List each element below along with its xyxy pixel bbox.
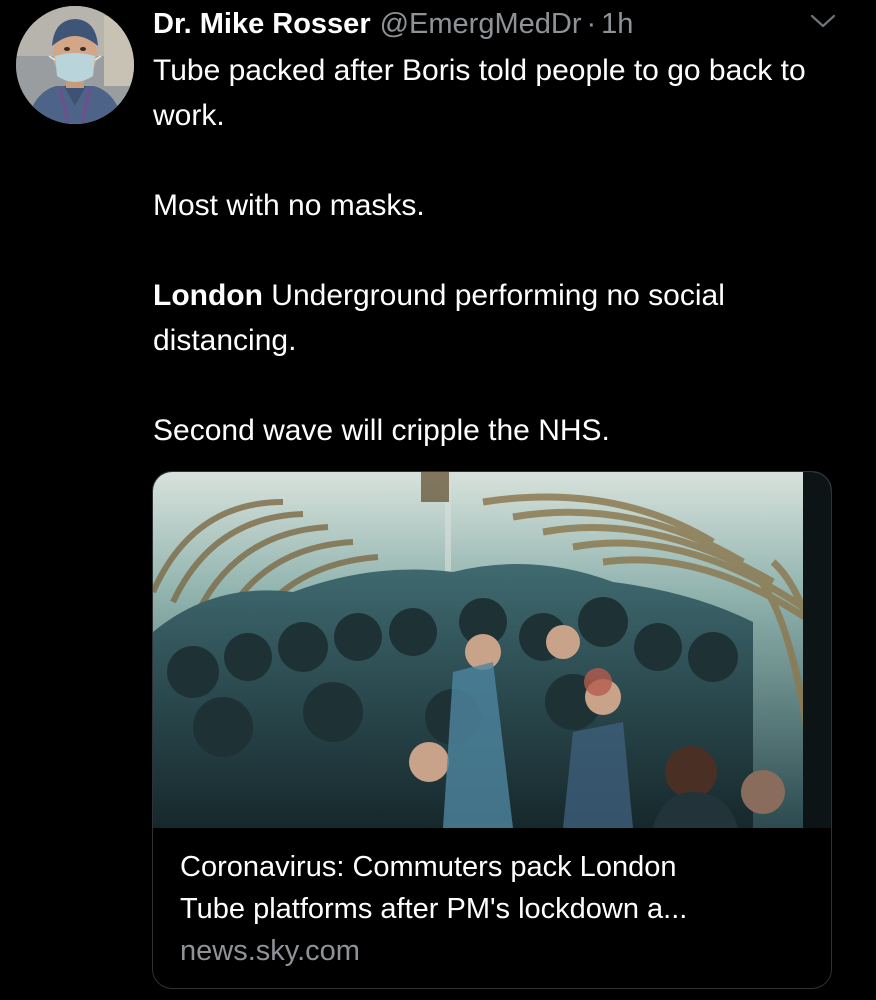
link-preview-title-line-1: Coronavirus: Commuters pack London	[180, 851, 677, 883]
link-preview-card[interactable]: Coronavirus: Commuters pack London Tube …	[152, 471, 832, 989]
tweet: Dr. Mike Rosser @EmergMedDr · 1h Tube pa…	[0, 0, 876, 1000]
avatar-photo	[16, 6, 134, 124]
header-separator: ·	[586, 7, 597, 40]
tweet-text-bold-word: London	[153, 279, 263, 312]
link-preview-text: Coronavirus: Commuters pack London Tube …	[180, 846, 820, 972]
tweet-header: Dr. Mike Rosser @EmergMedDr · 1h	[153, 4, 633, 44]
crowded-platform-photo	[153, 472, 831, 828]
tweet-timestamp[interactable]: 1h	[601, 8, 633, 41]
chevron-down-icon	[810, 14, 836, 28]
tweet-menu-button[interactable]	[806, 6, 840, 36]
link-preview-domain: news.sky.com	[180, 935, 360, 967]
author-handle[interactable]: @EmergMedDr	[380, 8, 582, 41]
tweet-text-line-2: Most with no masks.	[153, 189, 425, 222]
author-display-name[interactable]: Dr. Mike Rosser	[153, 8, 371, 41]
tweet-text-line-4: Second wave will cripple the NHS.	[153, 414, 610, 447]
tweet-text-line-3: London Underground performing no social …	[153, 273, 853, 363]
avatar[interactable]	[16, 6, 134, 124]
tweet-text: Tube packed after Boris told people to g…	[153, 48, 853, 453]
link-preview-image[interactable]	[153, 472, 831, 828]
link-preview-title-line-2: Tube platforms after PM's lockdown a...	[180, 893, 688, 925]
tweet-text-line-1: Tube packed after Boris told people to g…	[153, 54, 806, 132]
